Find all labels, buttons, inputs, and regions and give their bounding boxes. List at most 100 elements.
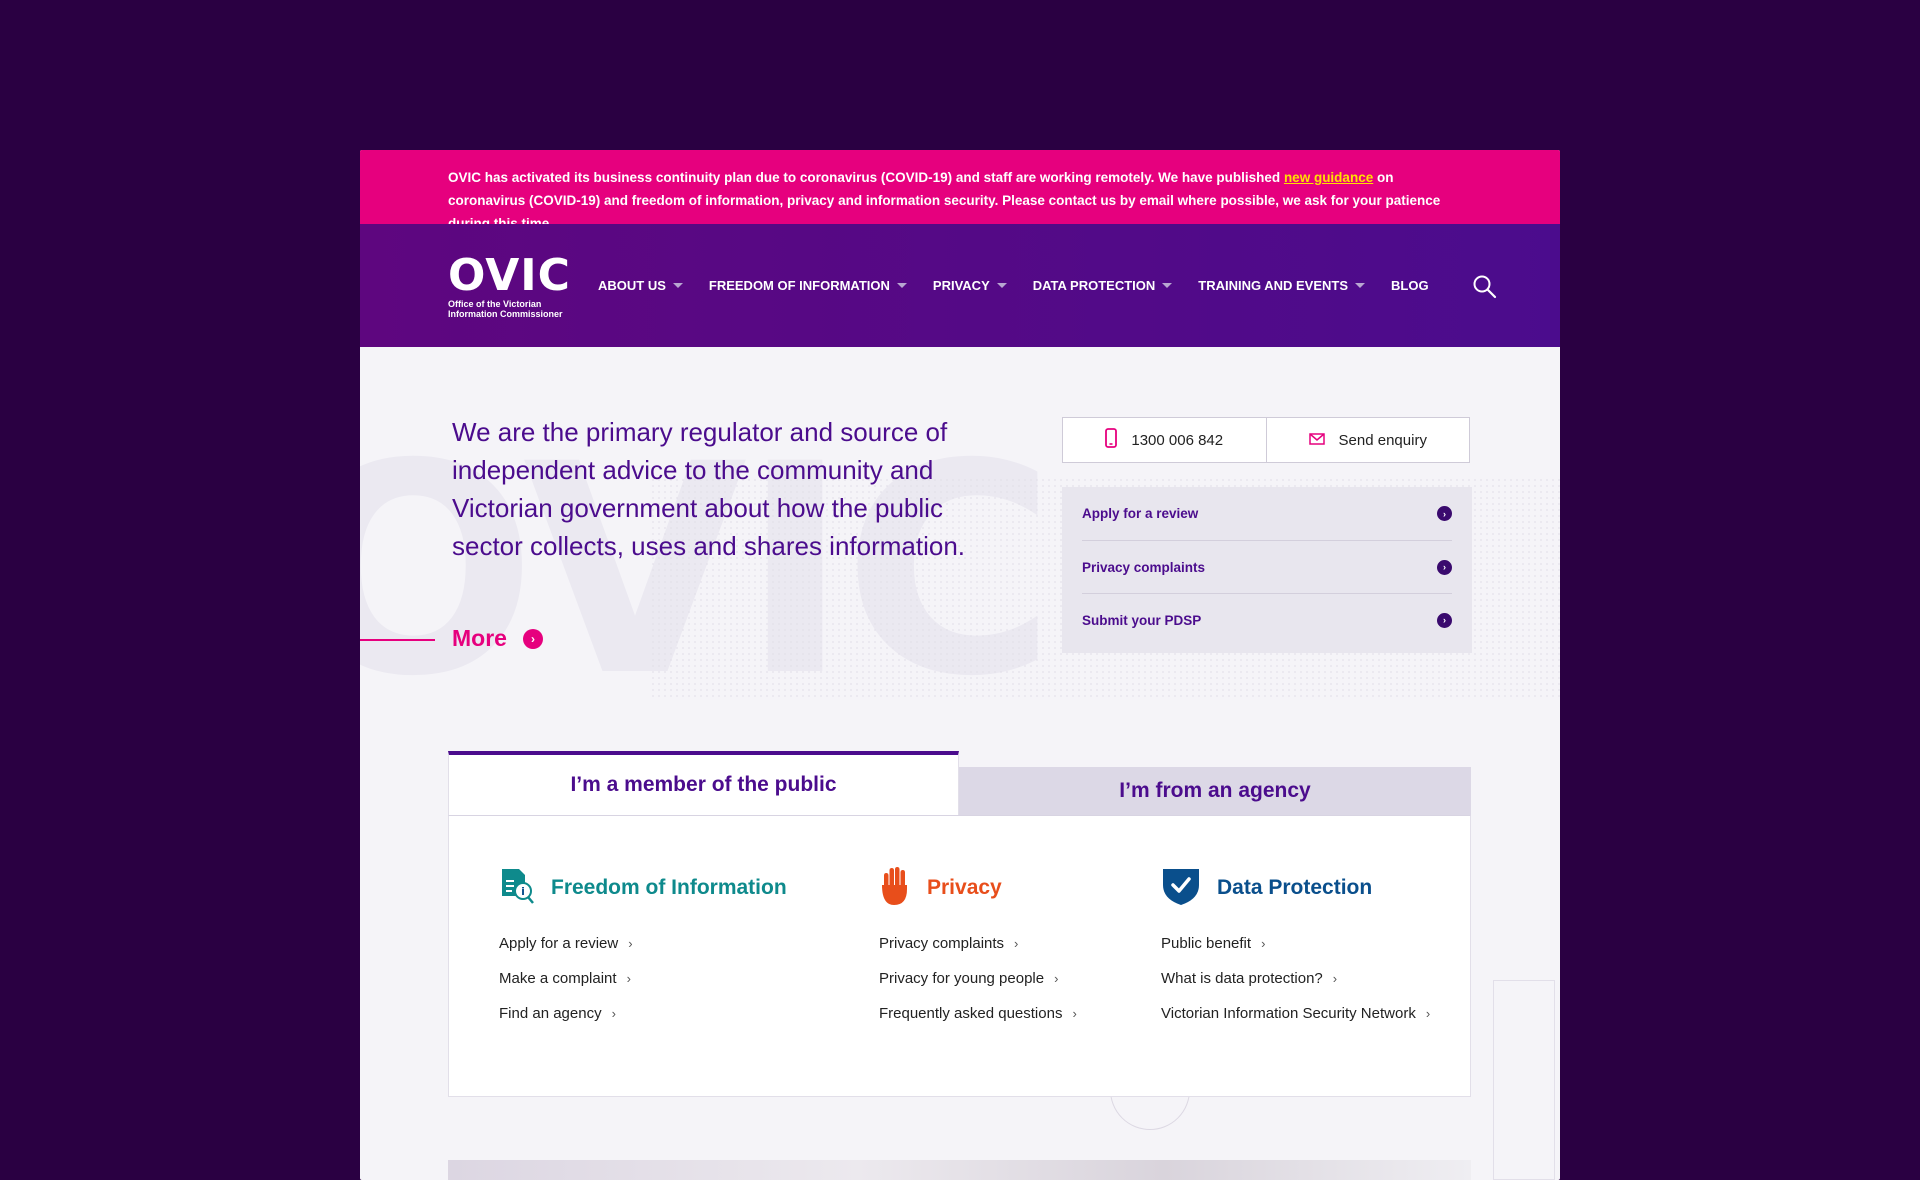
link-label: Find an agency bbox=[499, 1005, 602, 1022]
nav-label: BLOG bbox=[1391, 278, 1429, 293]
column-privacy: Privacy Privacy complaints › Privacy for … bbox=[879, 866, 1077, 1031]
feature-image-teaser bbox=[448, 1160, 1471, 1180]
column-data-protection: Data Protection Public benefit › What is … bbox=[1161, 866, 1430, 1031]
more-link[interactable]: More › bbox=[452, 625, 543, 652]
quick-link-apply-review[interactable]: Apply for a review › bbox=[1082, 487, 1452, 540]
chevron-right-icon: › bbox=[1054, 971, 1059, 986]
nav-label: DATA PROTECTION bbox=[1032, 278, 1156, 293]
mail-icon bbox=[1308, 432, 1325, 449]
quick-links-panel: Apply for a review › Privacy complaints › … bbox=[1062, 487, 1472, 653]
document-info-icon: i bbox=[499, 866, 535, 911]
nav-label: FREEDOM OF INFORMATION bbox=[708, 278, 890, 293]
arrow-circle-icon: › bbox=[522, 628, 543, 649]
nav-label: ABOUT US bbox=[598, 278, 666, 293]
logo-subtitle-line2: Information Commissioner bbox=[448, 309, 563, 319]
nav-privacy[interactable]: PRIVACY bbox=[933, 278, 1007, 293]
audience-panel: i Freedom of Information Apply for a rev… bbox=[448, 815, 1471, 1097]
search-icon[interactable] bbox=[1472, 274, 1498, 300]
column-title: Freedom of Information bbox=[551, 876, 787, 899]
caret-down-icon bbox=[1162, 283, 1173, 288]
chevron-right-icon: › bbox=[628, 936, 633, 951]
link-faq[interactable]: Frequently asked questions › bbox=[879, 996, 1077, 1031]
column-links: Apply for a review › Make a complaint › Fi… bbox=[499, 926, 787, 1031]
link-visn[interactable]: Victorian Information Security Network › bbox=[1161, 996, 1430, 1031]
nav-training-and-events[interactable]: TRAINING AND EVENTS bbox=[1198, 278, 1366, 293]
link-label: Public benefit bbox=[1161, 935, 1252, 952]
caret-down-icon bbox=[672, 283, 683, 288]
hero-statement: We are the primary regulator and source … bbox=[452, 417, 966, 561]
chevron-right-icon: › bbox=[1072, 1006, 1077, 1021]
link-apply-for-review[interactable]: Apply for a review › bbox=[499, 926, 787, 961]
column-links: Public benefit › What is data protection?… bbox=[1161, 926, 1430, 1031]
column-title: Privacy bbox=[927, 876, 1002, 899]
chevron-right-icon: › bbox=[611, 1006, 616, 1021]
caret-down-icon bbox=[1355, 283, 1366, 288]
link-privacy-young-people[interactable]: Privacy for young people › bbox=[879, 961, 1077, 996]
link-what-is-data-protection[interactable]: What is data protection? › bbox=[1161, 961, 1430, 996]
tab-member-of-public[interactable]: I’m a member of the public bbox=[448, 751, 959, 815]
column-heading[interactable]: i Freedom of Information bbox=[499, 866, 787, 910]
link-find-agency[interactable]: Find an agency › bbox=[499, 996, 787, 1031]
send-enquiry-button[interactable]: Send enquiry bbox=[1265, 418, 1470, 462]
quick-link-label: Privacy complaints bbox=[1082, 559, 1206, 575]
site-header: OVIC Office of the Victorian Information… bbox=[360, 224, 1560, 347]
link-public-benefit[interactable]: Public benefit › bbox=[1161, 926, 1430, 961]
send-enquiry-label: Send enquiry bbox=[1338, 431, 1427, 449]
quick-link-submit-pdsp[interactable]: Submit your PDSP › bbox=[1082, 593, 1452, 646]
ovic-logo[interactable]: OVIC Office of the Victorian Information… bbox=[448, 250, 588, 320]
tab-from-agency[interactable]: I’m from an agency bbox=[959, 767, 1471, 815]
alert-text-before: OVIC has activated its business continui… bbox=[448, 170, 1284, 185]
chevron-right-icon: › bbox=[1261, 936, 1266, 951]
nav-label: TRAINING AND EVENTS bbox=[1198, 278, 1349, 293]
alert-guidance-link[interactable]: new guidance bbox=[1284, 170, 1373, 185]
covid-alert-banner: OVIC has activated its business continui… bbox=[360, 150, 1560, 231]
nav-label: PRIVACY bbox=[932, 278, 990, 293]
phone-button[interactable]: 1300 006 842 bbox=[1063, 418, 1266, 462]
nav-freedom-of-information[interactable]: FREEDOM OF INFORMATION bbox=[709, 278, 907, 293]
quick-link-privacy-complaints[interactable]: Privacy complaints › bbox=[1082, 540, 1452, 593]
link-label: What is data protection? bbox=[1161, 970, 1323, 987]
shield-check-icon bbox=[1161, 865, 1201, 912]
quick-link-label: Submit your PDSP bbox=[1082, 612, 1202, 628]
hand-icon bbox=[879, 865, 911, 912]
hero-section: OVIC We are the primary regulator and so… bbox=[360, 347, 1560, 741]
phone-number: 1300 006 842 bbox=[1131, 431, 1224, 449]
column-heading[interactable]: Privacy bbox=[879, 866, 1077, 910]
column-freedom-of-information: i Freedom of Information Apply for a rev… bbox=[499, 866, 787, 1031]
column-heading[interactable]: Data Protection bbox=[1161, 866, 1430, 910]
contact-bar: 1300 006 842 Send enquiry bbox=[1062, 417, 1470, 463]
main-nav: ABOUT US FREEDOM OF INFORMATION PRIVACY … bbox=[598, 278, 1455, 293]
link-label: Privacy for young people bbox=[879, 970, 1045, 987]
browser-page: OVIC has activated its business continui… bbox=[360, 150, 1560, 1180]
column-title: Data Protection bbox=[1217, 876, 1373, 899]
phone-icon bbox=[1105, 428, 1118, 452]
link-label: Apply for a review bbox=[499, 935, 619, 952]
chevron-right-icon: › bbox=[1014, 936, 1019, 951]
link-make-complaint[interactable]: Make a complaint › bbox=[499, 961, 787, 996]
caret-down-icon bbox=[996, 283, 1007, 288]
link-privacy-complaints[interactable]: Privacy complaints › bbox=[879, 926, 1077, 961]
link-label: Victorian Information Security Network bbox=[1161, 1005, 1416, 1022]
arrow-circle-icon: › bbox=[1437, 612, 1452, 628]
svg-text:i: i bbox=[521, 885, 525, 898]
nav-about-us[interactable]: ABOUT US bbox=[598, 278, 683, 293]
caret-down-icon bbox=[896, 283, 907, 288]
nav-data-protection[interactable]: DATA PROTECTION bbox=[1033, 278, 1173, 293]
more-divider-line bbox=[360, 639, 435, 641]
more-label: More bbox=[452, 625, 507, 651]
audience-tabs: I’m a member of the public I’m from an a… bbox=[448, 751, 1471, 815]
chevron-right-icon: › bbox=[1425, 1006, 1431, 1021]
nav-blog[interactable]: BLOG bbox=[1391, 278, 1429, 293]
decorative-outline bbox=[1493, 980, 1555, 1180]
arrow-circle-icon: › bbox=[1437, 506, 1452, 521]
chevron-right-icon: › bbox=[1332, 971, 1338, 986]
link-label: Make a complaint bbox=[499, 970, 617, 987]
link-label: Privacy complaints bbox=[879, 935, 1005, 952]
column-links: Privacy complaints › Privacy for young pe… bbox=[879, 926, 1077, 1031]
chevron-right-icon: › bbox=[626, 971, 631, 986]
quick-link-label: Apply for a review bbox=[1082, 506, 1199, 521]
arrow-circle-icon: › bbox=[1437, 559, 1452, 575]
link-label: Frequently asked questions bbox=[879, 1005, 1063, 1022]
logo-wordmark: OVIC bbox=[448, 250, 571, 301]
logo-subtitle: Office of the Victorian Information Comm… bbox=[448, 299, 588, 319]
